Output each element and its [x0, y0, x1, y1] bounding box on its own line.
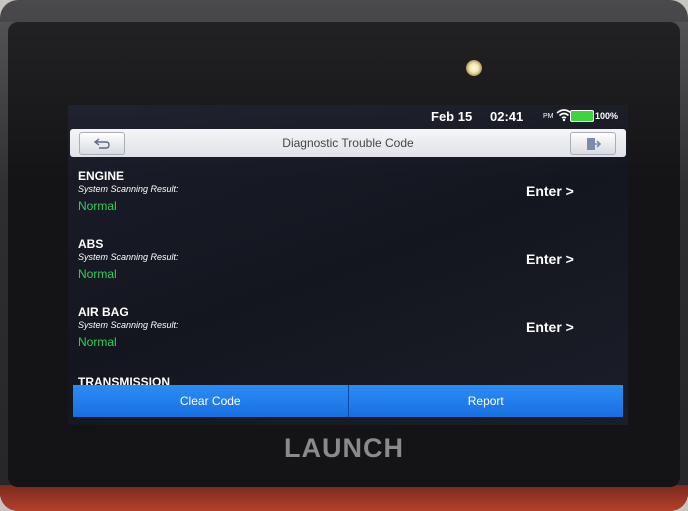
system-status: Normal: [78, 267, 117, 281]
system-item-abs[interactable]: ABS System Scanning Result: Normal Enter…: [78, 238, 618, 306]
exit-icon: [587, 137, 601, 150]
bottom-action-bar: Clear Code Report: [73, 385, 623, 417]
system-name: AIR BAG: [78, 305, 129, 319]
back-arrow-icon: [93, 137, 110, 149]
status-date: Feb 15: [431, 109, 473, 124]
system-list: ENGINE System Scanning Result: Normal En…: [78, 170, 618, 374]
device-red-edge: [0, 485, 688, 511]
system-item-transmission[interactable]: TRANSMISSION: [78, 375, 170, 385]
battery-percent: 100%: [595, 111, 619, 121]
back-button[interactable]: [79, 132, 125, 155]
status-ampm: PM: [543, 113, 554, 120]
enter-button[interactable]: Enter >: [526, 251, 574, 267]
system-item-engine[interactable]: ENGINE System Scanning Result: Normal En…: [78, 170, 618, 238]
exit-button[interactable]: [570, 132, 616, 155]
page-title: Diagnostic Trouble Code: [282, 136, 414, 150]
system-item-air-bag[interactable]: AIR BAG System Scanning Result: Normal E…: [78, 306, 618, 374]
system-name: ENGINE: [78, 169, 125, 183]
battery-icon: [570, 110, 594, 122]
report-button[interactable]: Report: [347, 385, 623, 417]
enter-button[interactable]: Enter >: [526, 183, 574, 199]
title-bar: Diagnostic Trouble Code: [70, 129, 626, 157]
clear-code-button[interactable]: Clear Code: [73, 385, 348, 417]
system-name: ABS: [78, 237, 104, 251]
status-time: 02:41: [490, 109, 524, 124]
system-status: Normal: [78, 335, 117, 349]
scan-tool-device: Feb 15 02:41 PM 100% Diagnostic Trouble …: [0, 0, 688, 511]
camera-lens: [466, 60, 482, 76]
enter-button[interactable]: Enter >: [526, 319, 574, 335]
brand-logo: LAUNCH: [284, 433, 404, 463]
status-bar: Feb 15 02:41 PM 100%: [68, 105, 628, 127]
screen: Feb 15 02:41 PM 100% Diagnostic Trouble …: [68, 105, 628, 425]
system-status: Normal: [78, 199, 117, 213]
